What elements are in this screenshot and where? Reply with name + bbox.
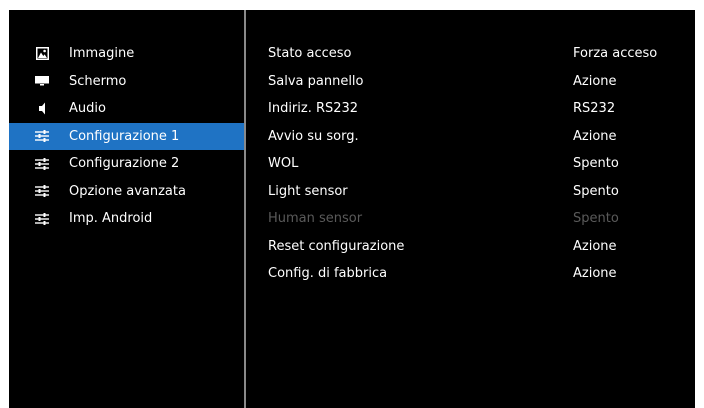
setting-value: Azione [573,266,617,282]
setting-value: Spento [573,156,619,172]
setting-label: Avvio su sorg. [268,128,359,144]
sidebar-item-configurazione-2[interactable]: Configurazione 2 [9,150,244,178]
sidebar-item-label: Schermo [69,73,127,89]
sidebar-item-schermo[interactable]: Schermo [9,68,244,96]
sliders-icon [34,156,50,172]
sidebar-item-label: Configurazione 2 [69,156,180,172]
setting-value: Azione [573,73,617,89]
screen-icon [34,73,50,89]
setting-value: Forza acceso [573,46,658,62]
sidebar-item-configurazione-1[interactable]: Configurazione 1 [9,122,244,150]
sliders-icon [34,128,50,144]
setting-row-avvio-su-sorg[interactable]: Avvio su sorg. Azione [246,123,695,151]
setting-row-indiriz-rs232[interactable]: Indiriz. RS232 RS232 [246,95,695,123]
setting-value: Azione [573,238,617,254]
sidebar-item-audio[interactable]: Audio [9,95,244,123]
setting-label: WOL [268,156,299,172]
setting-label: Salva pannello [268,73,364,89]
sidebar-item-label: Imp. Android [69,211,153,227]
setting-label: Reset configurazione [268,238,405,254]
sidebar-item-label: Audio [69,101,106,117]
setting-row-reset-configurazione[interactable]: Reset configurazione Azione [246,233,695,261]
sidebar-item-label: Opzione avanzata [69,183,186,199]
speaker-icon [34,101,50,117]
setting-row-config-di-fabbrica[interactable]: Config. di fabbrica Azione [246,260,695,288]
sidebar-item-label: Immagine [69,46,135,62]
setting-value: Spento [573,211,619,227]
sidebar: Immagine Schermo Audio Configurazione 1 … [9,10,244,408]
setting-value: RS232 [573,101,616,117]
image-icon [34,46,50,62]
setting-row-salva-pannello[interactable]: Salva pannello Azione [246,68,695,96]
setting-label: Light sensor [268,183,348,199]
setting-row-stato-acceso[interactable]: Stato acceso Forza acceso [246,40,695,68]
setting-label: Config. di fabbrica [268,266,388,282]
sidebar-menu: Immagine Schermo Audio Configurazione 1 … [9,40,244,233]
setting-label: Stato acceso [268,46,352,62]
sidebar-item-immagine[interactable]: Immagine [9,40,244,68]
sidebar-item-label: Configurazione 1 [69,128,180,144]
setting-value: Azione [573,128,617,144]
setting-row-human-sensor: Human sensor Spento [246,205,695,233]
sidebar-item-opzione-avanzata[interactable]: Opzione avanzata [9,178,244,206]
setting-row-light-sensor[interactable]: Light sensor Spento [246,178,695,206]
osd-menu: Immagine Schermo Audio Configurazione 1 … [9,10,695,408]
setting-label: Indiriz. RS232 [268,101,359,117]
sliders-icon [34,183,50,199]
setting-label: Human sensor [268,211,363,227]
setting-row-wol[interactable]: WOL Spento [246,150,695,178]
sliders-icon [34,211,50,227]
setting-value: Spento [573,183,619,199]
settings-panel: Stato acceso Forza acceso Salva pannello… [246,40,695,288]
sidebar-item-imp-android[interactable]: Imp. Android [9,205,244,233]
